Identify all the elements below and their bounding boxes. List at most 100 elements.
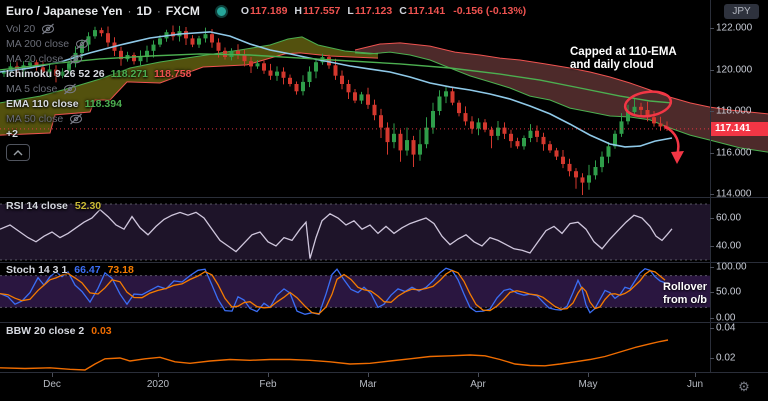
time-tick-label: Jun bbox=[686, 379, 704, 390]
candle bbox=[600, 156, 604, 168]
legend-row--2[interactable]: +2 bbox=[6, 126, 191, 141]
legend-row-ema-110-close[interactable]: EMA 110 close 118.394 bbox=[6, 96, 191, 111]
candle bbox=[281, 71, 286, 78]
candle bbox=[567, 163, 572, 172]
candle bbox=[392, 133, 396, 143]
candle bbox=[606, 146, 611, 157]
candle bbox=[548, 144, 552, 151]
candle bbox=[203, 34, 208, 39]
stoch-legend[interactable]: Stoch 14 3 1 66.47 73.18 bbox=[6, 264, 134, 276]
axis-tick-mark bbox=[710, 291, 714, 293]
chart-header: Euro / Japanese Yen · 1D · FXCM O117.189… bbox=[6, 3, 526, 19]
candle bbox=[658, 123, 663, 127]
low-value: 117.123 bbox=[354, 5, 393, 17]
symbol-title[interactable]: Euro / Japanese Yen bbox=[6, 4, 123, 18]
candle bbox=[593, 167, 598, 176]
price-tick-label: 114.000 bbox=[716, 188, 752, 200]
legend-collapse-button[interactable] bbox=[6, 144, 30, 161]
candle bbox=[385, 127, 390, 143]
timeframe-label[interactable]: 1D bbox=[137, 4, 152, 18]
rsi-legend[interactable]: RSI 14 close 52.30 bbox=[6, 200, 101, 212]
legend-row-vol-20[interactable]: Vol 20 bbox=[6, 21, 191, 36]
candle bbox=[463, 113, 468, 122]
candle bbox=[437, 96, 442, 111]
candle bbox=[528, 130, 533, 138]
axis-tick-mark bbox=[710, 28, 714, 29]
ichimoku-cloud-bearish bbox=[355, 42, 768, 153]
candle bbox=[379, 115, 383, 128]
market-status-icon[interactable] bbox=[214, 4, 228, 18]
candle bbox=[210, 34, 214, 43]
axis-tick-mark bbox=[710, 318, 714, 319]
legend-row-ma-5-close[interactable]: MA 5 close bbox=[6, 81, 191, 96]
candle bbox=[268, 70, 273, 76]
candle bbox=[476, 122, 481, 129]
legend-row-label: Ichimoku 9 26 52 26 bbox=[6, 67, 105, 80]
eye-off-icon[interactable] bbox=[63, 83, 77, 95]
rollover-annotation[interactable]: Rollover from o/b bbox=[663, 281, 707, 306]
time-tick-label: 2020 bbox=[146, 379, 170, 390]
legend-row-label: MA 200 close bbox=[6, 37, 70, 50]
candle bbox=[333, 65, 338, 76]
rsi-band bbox=[0, 204, 710, 260]
legend-row-ma-50-close[interactable]: MA 50 close bbox=[6, 111, 191, 126]
bbw-legend[interactable]: BBW 20 close 2 0.03 bbox=[6, 325, 112, 337]
legend-row-ma-200-close[interactable]: MA 200 close bbox=[6, 36, 191, 51]
rsi-tick-label: 40.00 bbox=[716, 240, 742, 252]
rsi-tick-label: 60.00 bbox=[716, 212, 742, 224]
axis-tick-mark bbox=[710, 246, 714, 247]
candle bbox=[275, 71, 279, 76]
candle bbox=[353, 92, 357, 101]
eye-off-icon[interactable] bbox=[69, 113, 83, 125]
candle bbox=[489, 129, 494, 136]
close-label: C bbox=[399, 5, 407, 17]
legend-row-label: MA 5 close bbox=[6, 82, 58, 95]
candle bbox=[587, 175, 591, 183]
legend-row-ichimoku-9-26-52-26[interactable]: Ichimoku 9 26 52 26 118.271 118.758 bbox=[6, 66, 191, 81]
candle bbox=[554, 150, 559, 157]
candle bbox=[483, 122, 487, 130]
candle bbox=[541, 136, 546, 145]
legend-row-label: MA 20 close bbox=[6, 52, 64, 65]
axis-tick-mark bbox=[710, 194, 714, 195]
stoch-tick-label: 50.00 bbox=[716, 286, 742, 297]
candle bbox=[632, 106, 637, 112]
candle bbox=[372, 104, 377, 116]
candle bbox=[288, 77, 292, 84]
candle bbox=[216, 42, 221, 51]
time-tick-mark bbox=[52, 373, 53, 377]
candle bbox=[444, 91, 448, 97]
low-label: L bbox=[347, 5, 354, 17]
axis-settings-gear-icon[interactable]: ⚙ bbox=[732, 377, 756, 397]
candle bbox=[619, 121, 624, 134]
candle bbox=[262, 63, 266, 71]
eye-off-icon[interactable] bbox=[41, 23, 55, 35]
bbw-tick-label: 0.04 bbox=[716, 322, 736, 334]
legend-row-ma-20-close[interactable]: MA 20 close bbox=[6, 51, 191, 66]
candle bbox=[294, 84, 299, 92]
eye-off-icon[interactable] bbox=[69, 53, 83, 65]
candle bbox=[249, 61, 253, 67]
time-tick-mark bbox=[158, 373, 159, 377]
candle bbox=[398, 133, 403, 151]
candle bbox=[314, 62, 318, 72]
candle bbox=[652, 117, 656, 124]
legend-row-label: MA 50 close bbox=[6, 112, 64, 125]
bbw-line bbox=[0, 339, 669, 371]
down-arrow-head bbox=[671, 151, 684, 164]
candle bbox=[561, 156, 565, 164]
time-tick-label: Mar bbox=[359, 379, 377, 390]
candle bbox=[522, 138, 526, 147]
separator: · bbox=[127, 4, 132, 18]
candle bbox=[639, 106, 643, 110]
time-tick-mark bbox=[695, 373, 696, 377]
candle bbox=[242, 55, 247, 62]
trading-chart-window: Euro / Japanese Yen · 1D · FXCM O117.189… bbox=[0, 0, 768, 401]
rsi-label: RSI 14 close bbox=[6, 200, 68, 212]
candle bbox=[411, 140, 416, 155]
capped-annotation[interactable]: Capped at 110-EMA and daily cloud bbox=[570, 46, 677, 71]
eye-off-icon[interactable] bbox=[75, 38, 89, 50]
time-tick-mark bbox=[368, 373, 369, 377]
high-value: 117.557 bbox=[303, 5, 341, 17]
candle bbox=[424, 127, 429, 145]
